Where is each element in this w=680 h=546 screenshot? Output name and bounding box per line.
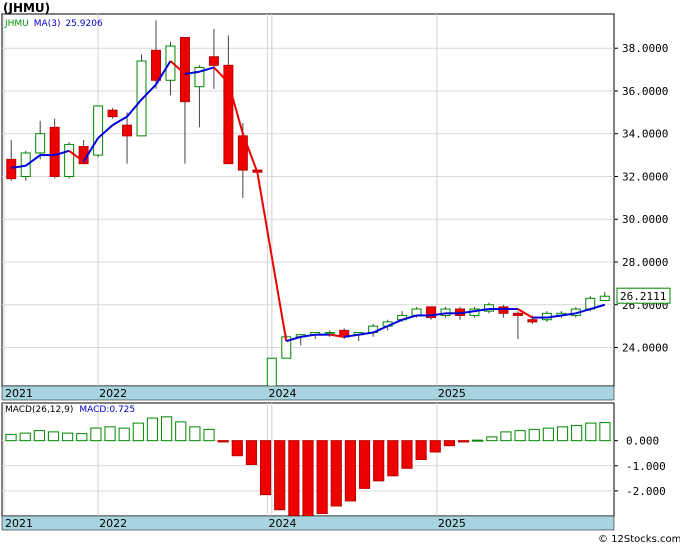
year-axis-price: 2021 2022 2024 2025	[1, 385, 615, 401]
macd-bar-neg	[401, 440, 413, 469]
price-tick-label: 30.0000	[622, 213, 668, 226]
year-band	[1, 385, 615, 401]
macd-bar-pos	[90, 427, 102, 442]
candle-down	[512, 312, 523, 316]
macd-bar-pos	[161, 416, 173, 442]
year-band	[1, 515, 615, 531]
macd-bar-neg	[443, 440, 455, 447]
macd-bar-pos	[33, 430, 45, 442]
last-price-label: 26.2111	[620, 290, 666, 303]
candle-down	[179, 37, 190, 103]
candle-up	[35, 133, 46, 154]
macd-tick-label: -2.000	[626, 485, 666, 498]
legend-ma-value: 25.9206	[65, 19, 102, 29]
macd-bar-pos	[76, 433, 88, 442]
macd-bar-neg	[302, 440, 314, 520]
price-grid	[1, 13, 615, 387]
year-label: 2024	[268, 387, 296, 400]
macd-bar-neg	[274, 440, 286, 511]
macd-bar-pos	[514, 430, 526, 442]
macd-bar-pos	[528, 428, 540, 442]
macd-bar-neg	[358, 440, 371, 489]
macd-bar-pos	[104, 426, 116, 442]
macd-bar-pos	[500, 431, 512, 442]
macd-bar-pos	[146, 417, 159, 442]
macd-bar-pos	[62, 432, 74, 442]
macd-value: MACD:0.725	[79, 405, 135, 415]
candle-down	[49, 126, 60, 177]
macd-legend: MACD(26,12,9) MACD:0.725	[5, 405, 135, 415]
macd-bar-neg	[231, 440, 243, 457]
macd-bar-pos	[203, 428, 215, 442]
legend-ma-label: MA(3)	[34, 19, 61, 29]
macd-bar-neg	[344, 440, 357, 502]
candle-down	[151, 49, 161, 81]
macd-bar-neg	[217, 440, 229, 443]
macd-bar-pos	[175, 421, 187, 442]
macd-bar-pos	[132, 422, 144, 442]
macd-bar-pos	[542, 427, 554, 442]
candle-up	[64, 143, 75, 177]
candle-down	[498, 306, 509, 314]
candle-down	[208, 56, 219, 66]
year-label: 2024	[268, 517, 296, 530]
macd-bar-neg	[288, 440, 300, 520]
price-tick-label: 34.0000	[622, 128, 668, 141]
year-label: 2022	[99, 517, 127, 530]
price-tick-label: 28.0000	[622, 256, 668, 269]
macd-bar-neg	[387, 440, 399, 477]
macd-bar-neg	[245, 440, 258, 466]
macd-bar-neg	[373, 440, 385, 482]
macd-bar-pos	[118, 427, 130, 442]
chart-title: (JHMU)	[3, 1, 50, 15]
candle-down	[122, 124, 133, 137]
year-axis-macd: 2021 2022 2024 2025	[1, 515, 615, 531]
year-label: 2021	[5, 517, 33, 530]
macd-bar-pos	[556, 426, 569, 442]
candle-down	[527, 319, 538, 323]
candle-up	[324, 332, 335, 335]
candle-down	[6, 158, 17, 180]
macd-bar-pos	[5, 433, 17, 442]
price-tick-label: 24.0000	[622, 342, 668, 355]
macd-bar-pos	[19, 432, 31, 442]
macd-bar-neg	[316, 440, 328, 514]
price-tick-label: 32.0000	[622, 170, 668, 183]
macd-tick-label: -1.000	[626, 460, 666, 473]
macd-bar-neg	[457, 440, 470, 443]
legend: JHMU MA(3) 25.9206	[4, 19, 103, 29]
macd-bar-pos	[47, 431, 60, 442]
macd-bar-pos	[472, 439, 484, 442]
price-axis: 24.000026.000028.000030.000032.000034.00…	[614, 42, 671, 355]
stock-chart: 24.000026.000028.000030.000032.000034.00…	[1, 1, 680, 545]
year-label: 2025	[438, 517, 466, 530]
footer-credit: © 12Stocks.com	[598, 534, 680, 545]
year-label: 2021	[5, 387, 33, 400]
legend-symbol: JHMU	[4, 19, 29, 29]
macd-bar-pos	[486, 436, 498, 442]
year-label: 2022	[99, 387, 127, 400]
macd-bar-pos	[189, 426, 201, 442]
candle-down	[107, 109, 118, 118]
macd-bar-neg	[415, 440, 427, 460]
macd-axis: 0.000 -1.000 -2.000	[614, 435, 666, 498]
candle-up	[599, 295, 610, 301]
macd-bar-pos	[571, 425, 583, 442]
macd-tick-label: 0.000	[626, 435, 659, 448]
macd-bar-neg	[259, 440, 272, 496]
macd-bar-pos	[585, 422, 597, 442]
price-tick-label: 38.0000	[622, 42, 668, 55]
macd-bar-pos	[599, 422, 611, 442]
price-tick-label: 36.0000	[622, 85, 668, 98]
candle-up	[93, 105, 104, 156]
macd-bar-neg	[429, 440, 441, 453]
macd-label: MACD(26,12,9)	[5, 405, 73, 415]
macd-bar-neg	[330, 440, 342, 507]
candle-up	[266, 357, 277, 391]
year-label: 2025	[438, 387, 466, 400]
price-frame	[1, 13, 615, 387]
